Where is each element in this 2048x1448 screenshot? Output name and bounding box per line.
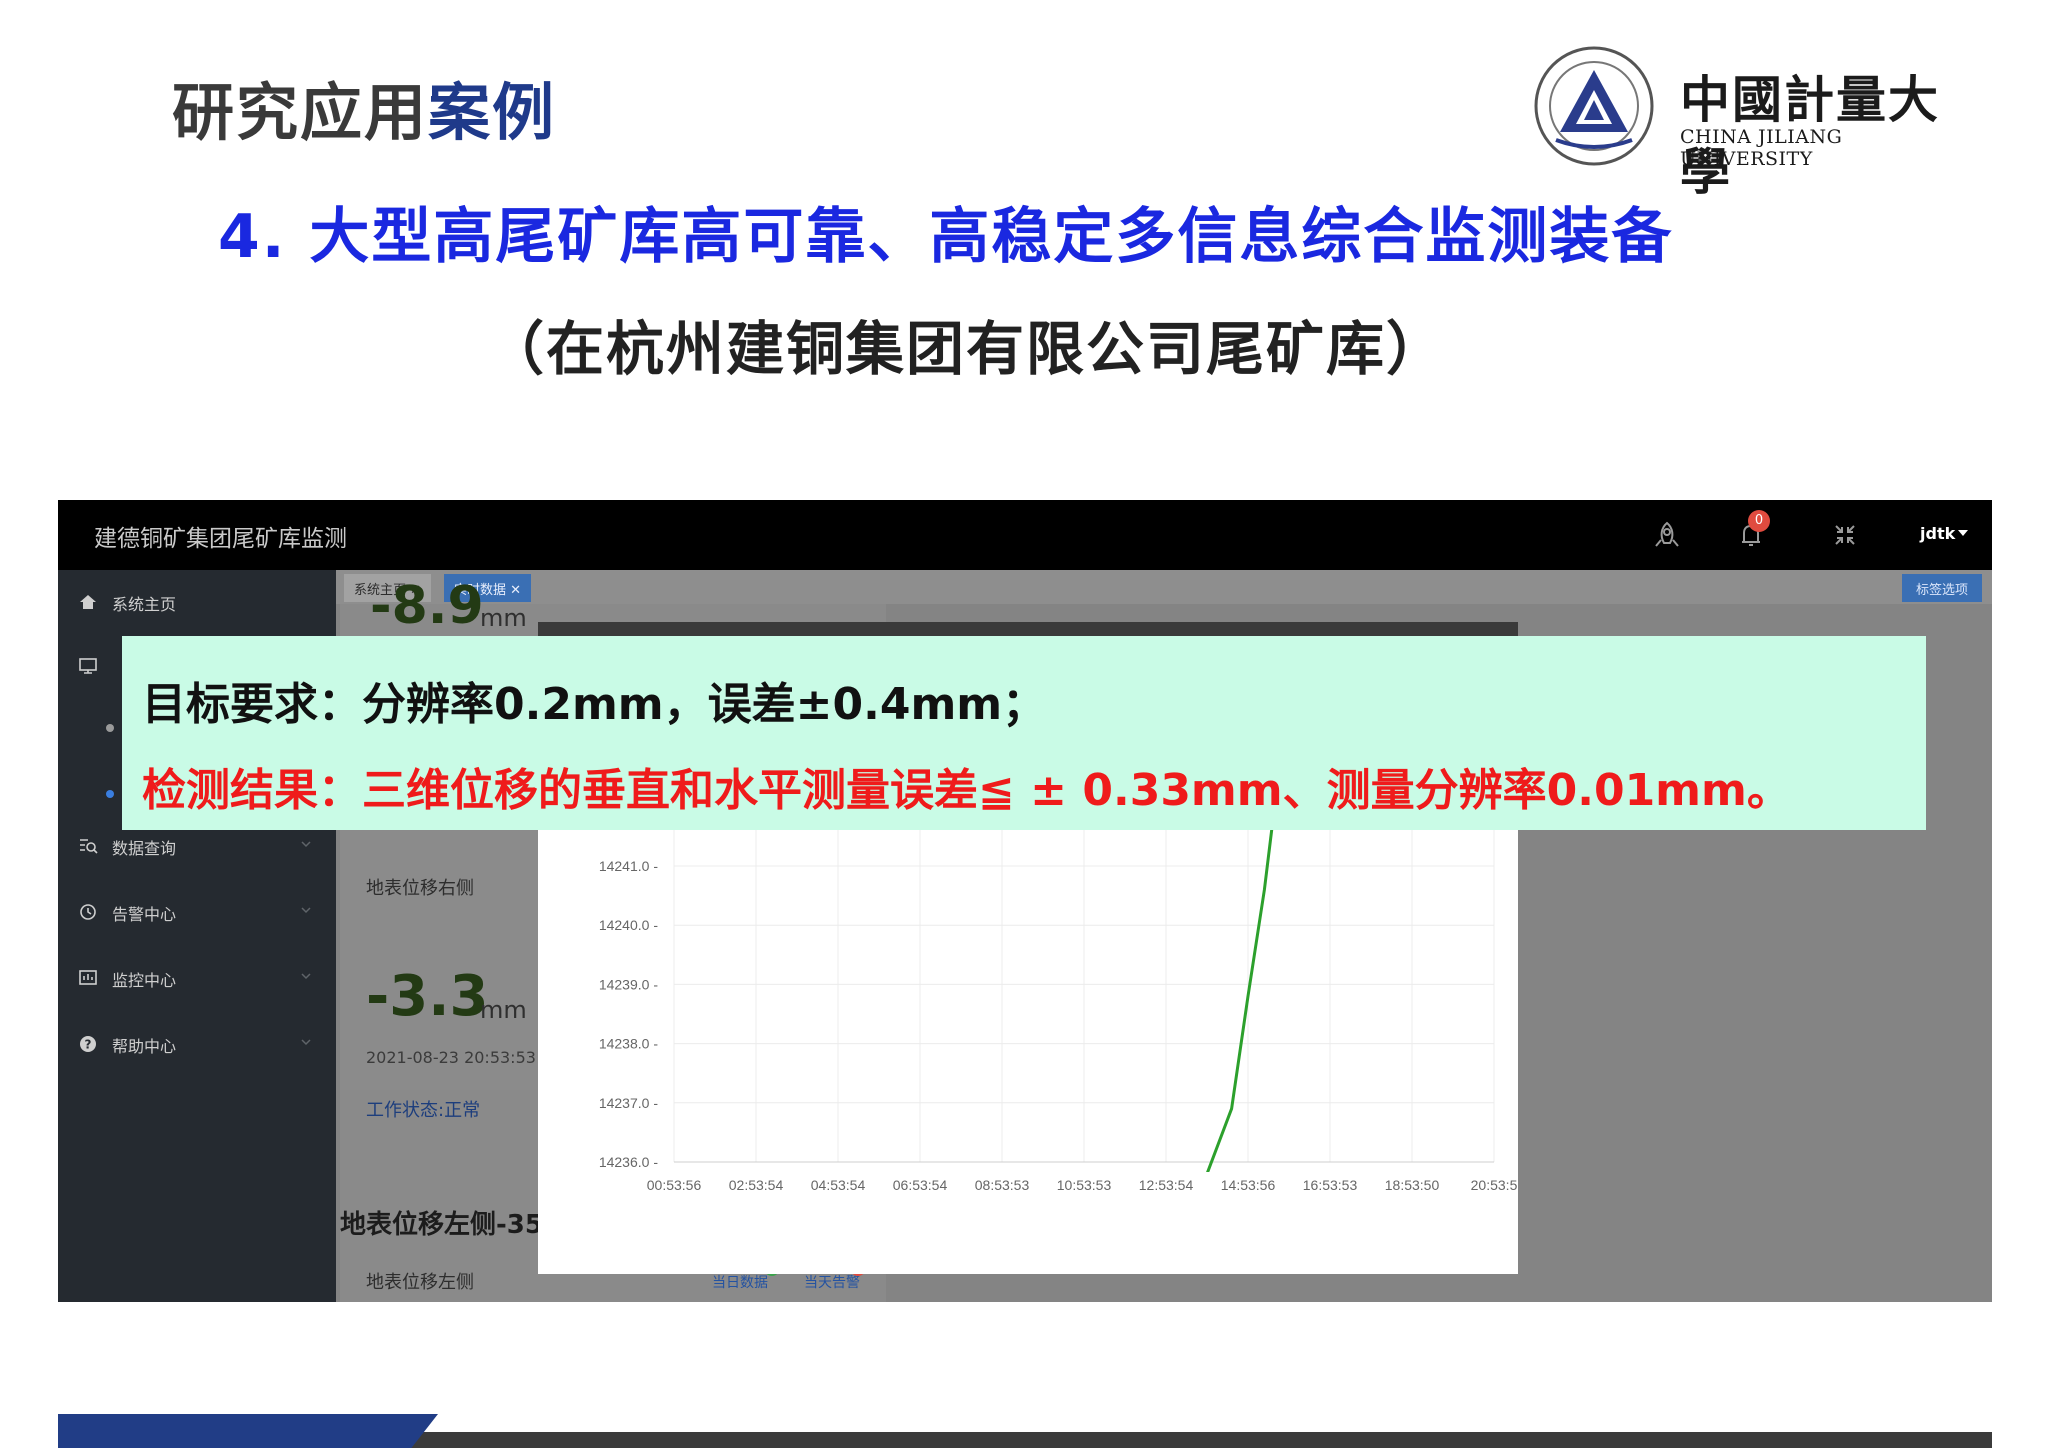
chart-y-tick-label: 14236.0 -	[599, 1154, 658, 1170]
chevron-down-icon	[301, 907, 311, 914]
collapse-icon[interactable]	[1828, 518, 1862, 552]
slide-heading: 研究应用案例	[172, 62, 556, 152]
chart-y-tick-label: 14240.0 -	[599, 917, 658, 933]
app-title: 建德铜矿集团尾矿库监测	[94, 526, 347, 552]
slide-subtitle: （在杭州建铜集团有限公司尾矿库）	[486, 315, 1447, 383]
caret-down-icon[interactable]	[1958, 530, 1968, 536]
alarm-icon	[80, 904, 96, 920]
chart-y-tick-label: 14241.0 -	[599, 858, 658, 874]
sidebar-item-home[interactable]: 系统主页	[58, 582, 336, 622]
result-overlay: 目标要求：分辨率0.2mm，误差±0.4mm； 检测结果：三维位移的垂直和水平测…	[122, 636, 1926, 830]
chart-x-tick-label: 18:53:50	[1385, 1177, 1440, 1193]
heading-dark-part: 研究应用	[172, 76, 429, 149]
search-list-icon	[80, 839, 98, 854]
sidebar-item-monitor-center[interactable]: 监控中心	[58, 958, 336, 998]
top-card-unit: mm	[480, 604, 527, 632]
sidebar-item-help-center[interactable]: ? 帮助中心	[58, 1024, 336, 1064]
app-topbar: 建德铜矿集团尾矿库监测 0 jdtk	[58, 500, 1992, 570]
chart-x-tick-label: 02:53:54	[729, 1177, 784, 1193]
logo-name-en: CHINA JILIANG UNIVERSITY	[1680, 126, 1843, 170]
chart-y-tick-label: 14239.0 -	[599, 976, 658, 992]
chart-x-tick-label: 14:53:56	[1221, 1177, 1276, 1193]
submenu-dot	[106, 724, 114, 732]
app-screenshot: 建德铜矿集团尾矿库监测 0 jdtk 系统主页 数据查询 告警中心 监控中心 ?…	[58, 500, 1992, 1302]
chart-x-tick-label: 08:53:53	[975, 1177, 1030, 1193]
right-card-timestamp: 2021-08-23 20:53:53	[366, 1048, 536, 1067]
tab-options-button[interactable]: 标签选项	[1901, 574, 1982, 602]
sidebar-item-label: 告警中心	[112, 905, 177, 924]
chart-x-tick-label: 04:53:54	[811, 1177, 866, 1193]
slide-title: 4. 大型高尾矿库高可靠、高稳定多信息综合监测装备	[218, 202, 1674, 272]
right-card-unit: mm	[480, 996, 527, 1024]
today-alarm-link[interactable]: 当天告警	[804, 1272, 860, 1292]
sidebar-item-label: 帮助中心	[112, 1037, 177, 1056]
test-result-text: 检测结果：三维位移的垂直和水平测量误差≦ ± 0.33mm、测量分辨率0.01m…	[142, 765, 1791, 816]
chart-x-tick-label: 16:53:53	[1303, 1177, 1358, 1193]
svg-text:?: ?	[85, 1038, 92, 1052]
sidebar-item-label: 数据查询	[112, 839, 177, 858]
chart-x-tick-label: 06:53:54	[893, 1177, 948, 1193]
sidebar-item-alarm-center[interactable]: 告警中心	[58, 892, 336, 932]
university-logo: 中國計量大學 CHINA JILIANG UNIVERSITY	[1532, 44, 1952, 201]
slide: 研究应用案例 中國計量大學 CHINA JILIANG UNIVERSITY 4…	[0, 0, 2048, 1448]
chart-x-tick-label: 20:53:5	[1471, 1177, 1518, 1193]
heading-blue-part: 案例	[428, 76, 557, 149]
notification-badge: 0	[1748, 510, 1770, 532]
right-card-title: 地表位移右侧	[366, 878, 474, 899]
chart-x-tick-label: 00:53:56	[647, 1177, 702, 1193]
user-menu[interactable]: jdtk	[1920, 524, 1955, 543]
top-card-value: -8.9	[370, 576, 484, 636]
footer-accent	[58, 1414, 438, 1448]
help-icon: ?	[80, 1036, 96, 1052]
rocket-icon[interactable]	[1650, 518, 1684, 552]
left-card-title: 地表位移左侧	[366, 1272, 474, 1293]
right-card-status: 工作状态:正常	[366, 1100, 481, 1121]
chart-y-tick-label: 14238.0 -	[599, 1036, 658, 1052]
right-card-value: -3.3	[366, 964, 489, 1029]
today-data-link[interactable]: 当日数据	[712, 1272, 768, 1292]
monitor-screen-icon	[79, 658, 97, 674]
university-seal-icon	[1534, 46, 1654, 166]
left-section-title: 地表位移左侧-35	[340, 1210, 543, 1240]
chevron-down-icon	[301, 973, 311, 980]
chart-y-tick-label: 14237.0 -	[599, 1095, 658, 1111]
sidebar-item-label: 系统主页	[112, 595, 177, 614]
submenu-dot-active	[106, 790, 114, 798]
sidebar-item-label: 监控中心	[112, 971, 177, 990]
target-requirement-text: 目标要求：分辨率0.2mm，误差±0.4mm；	[142, 679, 1047, 730]
chevron-down-icon	[301, 841, 311, 848]
chart-x-tick-label: 10:53:53	[1057, 1177, 1112, 1193]
home-icon	[80, 595, 96, 609]
sidebar-item-data-query[interactable]: 数据查询	[58, 826, 336, 866]
chart-series-line	[1206, 788, 1279, 1172]
chevron-down-icon	[301, 1039, 311, 1046]
monitor-icon	[79, 970, 97, 985]
tab-bar: 系统主页 ✕ 实时数据 ✕ 标签选项	[336, 570, 1992, 604]
chart-x-tick-label: 12:53:54	[1139, 1177, 1194, 1193]
